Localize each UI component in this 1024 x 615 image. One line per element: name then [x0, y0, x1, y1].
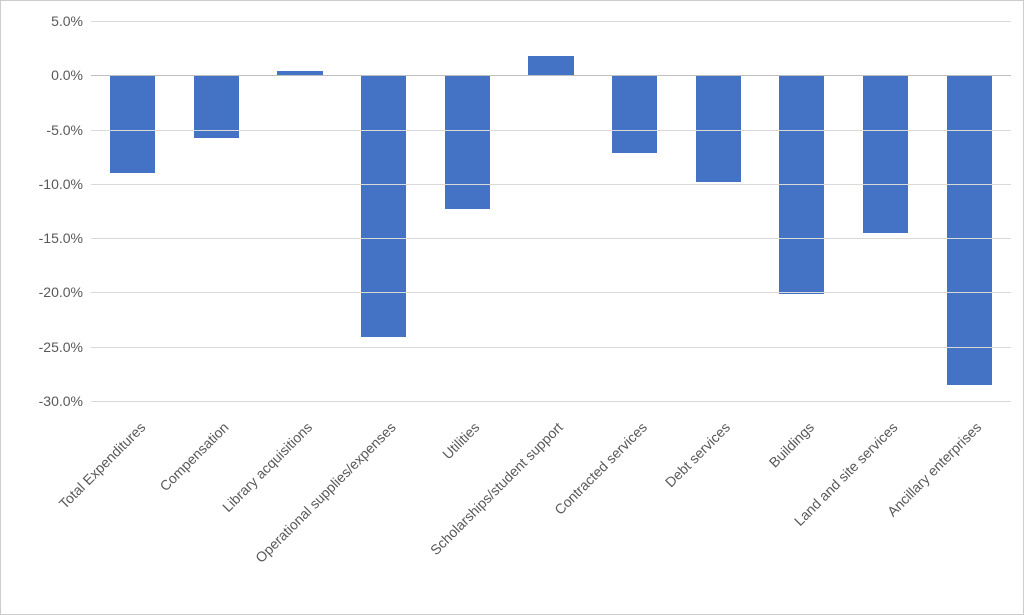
bar-slot: [342, 21, 426, 401]
bar: [612, 75, 657, 153]
gridline: [91, 75, 1011, 76]
bar-slot: [593, 21, 677, 401]
x-tick-label: Total Expenditures: [55, 419, 148, 512]
y-tick-label: -25.0%: [3, 339, 83, 355]
bar-slot: [844, 21, 928, 401]
gridline: [91, 292, 1011, 293]
gridline: [91, 130, 1011, 131]
x-tick-label: Contracted services: [551, 419, 650, 518]
bar: [947, 75, 992, 384]
gridline: [91, 347, 1011, 348]
y-tick-label: -15.0%: [3, 230, 83, 246]
y-tick-label: -10.0%: [3, 176, 83, 192]
bar-slot: [258, 21, 342, 401]
plot-area: 5.0%0.0%-5.0%-10.0%-15.0%-20.0%-25.0%-30…: [91, 21, 1011, 401]
x-tick-label: Operational supplies/expenses: [252, 419, 399, 566]
bar-slot: [927, 21, 1011, 401]
x-axis-labels: Total ExpendituresCompensationLibrary ac…: [91, 411, 1011, 611]
x-tick-label: Buildings: [766, 419, 817, 470]
bar-slot: [91, 21, 175, 401]
bar: [445, 75, 490, 209]
x-tick-label: Ancillary enterprises: [884, 419, 984, 519]
x-tick-label: Debt services: [662, 419, 733, 490]
gridline: [91, 238, 1011, 239]
bar-slot: [760, 21, 844, 401]
x-tick-label: Library acquisitions: [219, 419, 315, 515]
bar: [110, 75, 155, 173]
x-tick-label: Compensation: [157, 419, 232, 494]
bar-slot: [426, 21, 510, 401]
y-tick-label: -20.0%: [3, 284, 83, 300]
bar-slot: [509, 21, 593, 401]
bar: [361, 75, 406, 337]
chart-container: 5.0% 0.0% -5.0% -10.0% -15.0% -20.0% -25.0% -30…: [0, 0, 1024, 615]
x-tick-label: Utilities: [439, 419, 482, 462]
bar: [528, 56, 573, 76]
gridline: [91, 21, 1011, 22]
bar-slot: [175, 21, 259, 401]
y-tick-label: -30.0%: [3, 393, 83, 409]
bar-slot: [676, 21, 760, 401]
bar: [696, 75, 741, 181]
y-tick-label: -5.0%: [3, 122, 83, 138]
x-tick-label: Scholarships/student support: [427, 419, 566, 558]
y-tick-label: 5.0%: [3, 13, 83, 29]
y-tick-label: 0.0%: [3, 67, 83, 83]
bars-layer: [91, 21, 1011, 401]
bar: [863, 75, 908, 232]
gridline: [91, 184, 1011, 185]
gridline: [91, 401, 1011, 402]
